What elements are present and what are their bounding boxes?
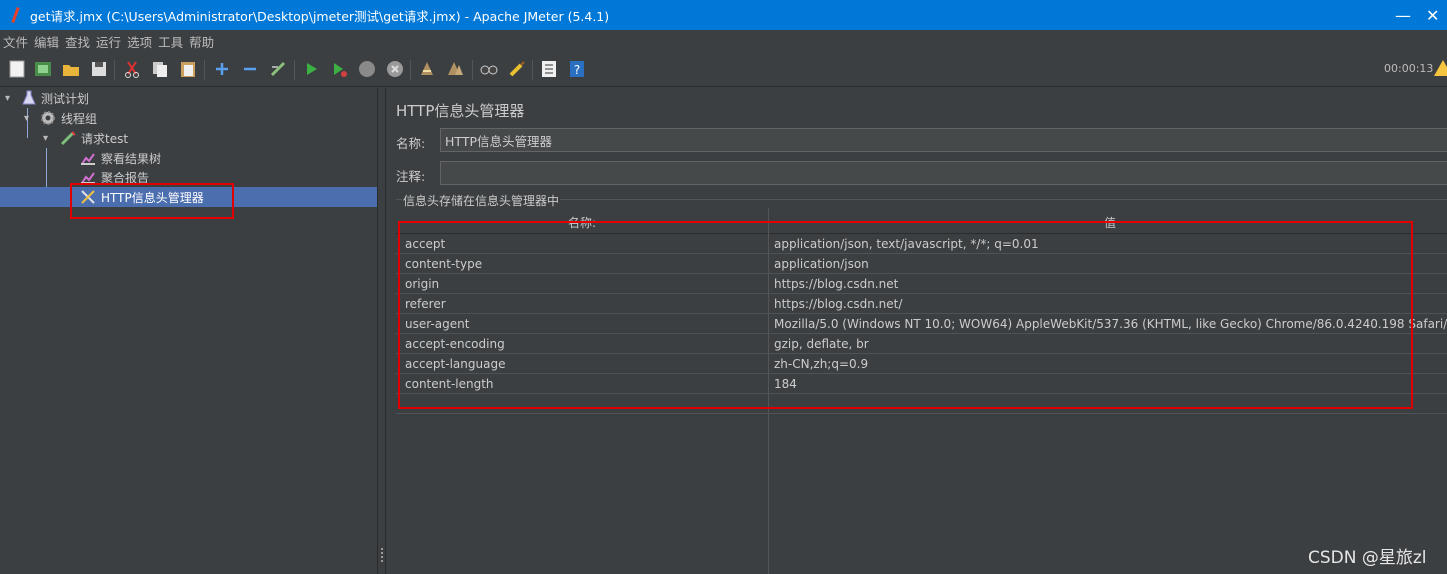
window-titlebar: get请求.jmx (C:\Users\Administrator\Deskto… [0, 0, 1447, 30]
header-name-cell[interactable]: accept [405, 234, 765, 254]
menu-run[interactable]: 运行 [93, 32, 124, 51]
comment-field[interactable] [440, 161, 1447, 185]
header-name-cell[interactable]: content-type [405, 254, 765, 274]
header-manager-panel: HTTP信息头管理器 名称: 注释: 信息头存储在信息头管理器中 名称: 值 a… [386, 88, 1447, 574]
shutdown-icon[interactable] [384, 58, 406, 80]
tree-item-view-results-tree[interactable]: 察看结果树 [0, 148, 377, 168]
header-value-cell[interactable]: application/json, text/javascript, */*; … [774, 234, 1447, 254]
name-label: 名称: [396, 136, 426, 151]
function-helper-icon[interactable] [538, 58, 560, 80]
tree-item-label: 线程组 [61, 111, 98, 126]
header-name-cell[interactable]: content-length [405, 374, 765, 394]
tree-item-label: 聚合报告 [101, 170, 150, 185]
column-header-name[interactable]: 名称: [396, 208, 768, 234]
window-title: get请求.jmx (C:\Users\Administrator\Deskto… [30, 8, 610, 24]
menu-search[interactable]: 查找 [62, 32, 93, 51]
header-name-cell[interactable]: origin [405, 274, 765, 294]
menu-options[interactable]: 选项 [124, 32, 155, 51]
chevron-down-icon[interactable]: ▾ [24, 113, 34, 124]
header-value-cell[interactable]: https://blog.csdn.net/ [774, 294, 1447, 314]
templates-icon[interactable] [32, 58, 54, 80]
header-name-cell[interactable]: referer [405, 294, 765, 314]
column-header-value[interactable]: 值 [769, 208, 1447, 234]
sampler-icon [60, 130, 76, 146]
table-row-empty[interactable] [396, 394, 1447, 414]
start-no-pause-icon[interactable] [328, 58, 350, 80]
menu-file[interactable]: 文件 [0, 32, 31, 51]
header-name-cell[interactable]: accept-language [405, 354, 765, 374]
tree-item-label: HTTP信息头管理器 [101, 190, 204, 205]
tree-item-label: 察看结果树 [101, 151, 162, 166]
header-value-cell[interactable]: zh-CN,zh;q=0.9 [774, 354, 1447, 374]
new-icon[interactable] [6, 58, 28, 80]
listener-icon [80, 150, 96, 166]
watermark: CSDN @星旅zl [1308, 548, 1427, 568]
minimize-button[interactable]: — [1380, 0, 1426, 30]
headers-table[interactable]: 名称: 值 accept application/json, text/java… [396, 208, 1447, 574]
copy-icon[interactable] [149, 58, 171, 80]
splitter-grip-icon[interactable] [381, 548, 383, 562]
comment-label: 注释: [396, 169, 426, 184]
menu-help[interactable]: 帮助 [186, 32, 217, 51]
jmeter-app-icon [8, 7, 22, 23]
paste-icon[interactable] [177, 58, 199, 80]
page-title: HTTP信息头管理器 [396, 102, 525, 120]
tree-item-label: 测试计划 [41, 91, 90, 106]
cut-icon[interactable] [121, 58, 143, 80]
name-field[interactable] [440, 128, 1447, 152]
table-row[interactable]: user-agent Mozilla/5.0 (Windows NT 10.0;… [396, 314, 1447, 334]
menu-bar: 文件 编辑 查找 运行 选项 工具 帮助 [0, 30, 1447, 52]
expand-icon[interactable] [211, 58, 233, 80]
header-value-cell[interactable]: application/json [774, 254, 1447, 274]
panel-splitter[interactable] [377, 88, 386, 574]
tree-item-sampler[interactable]: ▾ 请求test [0, 128, 377, 148]
search-icon[interactable] [478, 58, 500, 80]
tree-item-aggregate-report[interactable]: 聚合报告 [0, 167, 377, 187]
test-plan-icon [21, 90, 37, 106]
toolbar: ? 00:00:13 [0, 52, 1447, 87]
config-tools-icon [80, 189, 96, 205]
thread-group-icon [40, 110, 56, 126]
header-name-cell[interactable]: accept-encoding [405, 334, 765, 354]
menu-tools[interactable]: 工具 [155, 32, 186, 51]
header-value-cell[interactable]: 184 [774, 374, 1447, 394]
clear-all-icon[interactable] [444, 58, 466, 80]
close-button[interactable]: ✕ [1426, 0, 1447, 30]
table-row[interactable]: content-length 184 [396, 374, 1447, 394]
svg-text:?: ? [574, 63, 580, 77]
open-icon[interactable] [60, 58, 82, 80]
table-header: 名称: 值 [396, 208, 1447, 234]
start-icon[interactable] [300, 58, 322, 80]
menu-edit[interactable]: 编辑 [31, 32, 62, 51]
table-row[interactable]: accept-language zh-CN,zh;q=0.9 [396, 354, 1447, 374]
chevron-down-icon[interactable]: ▾ [5, 93, 15, 104]
table-row[interactable]: referer https://blog.csdn.net/ [396, 294, 1447, 314]
collapse-icon[interactable] [239, 58, 261, 80]
header-value-cell[interactable]: Mozilla/5.0 (Windows NT 10.0; WOW64) App… [774, 314, 1447, 334]
elapsed-time: 00:00:13 [1384, 62, 1434, 75]
tree-item-http-header-manager[interactable]: HTTP信息头管理器 [0, 187, 377, 207]
reset-search-icon[interactable] [506, 58, 528, 80]
help-icon[interactable]: ? [566, 58, 588, 80]
tree-item-label: 请求test [81, 131, 129, 146]
header-value-cell[interactable]: gzip, deflate, br [774, 334, 1447, 354]
test-plan-tree: ▾ 测试计划 ▾ 线程组 ▾ 请求test 察看结果树 聚合报告 HTTP信息头… [0, 88, 377, 574]
listener-icon [80, 169, 96, 185]
group-title: 信息头存储在信息头管理器中 [402, 192, 561, 209]
header-value-cell[interactable]: https://blog.csdn.net [774, 274, 1447, 294]
table-row[interactable]: accept-encoding gzip, deflate, br [396, 334, 1447, 354]
tree-item-test-plan[interactable]: ▾ 测试计划 [0, 88, 377, 108]
clear-icon[interactable] [416, 58, 438, 80]
table-row[interactable]: accept application/json, text/javascript… [396, 234, 1447, 254]
save-icon[interactable] [88, 58, 110, 80]
tree-item-thread-group[interactable]: ▾ 线程组 [0, 108, 377, 128]
header-name-cell[interactable]: user-agent [405, 314, 765, 334]
table-row[interactable]: content-type application/json [396, 254, 1447, 274]
stop-icon[interactable] [356, 58, 378, 80]
warning-icon[interactable] [1434, 60, 1447, 76]
table-row[interactable]: origin https://blog.csdn.net [396, 274, 1447, 294]
chevron-down-icon[interactable]: ▾ [43, 133, 53, 144]
toggle-icon[interactable] [267, 58, 289, 80]
